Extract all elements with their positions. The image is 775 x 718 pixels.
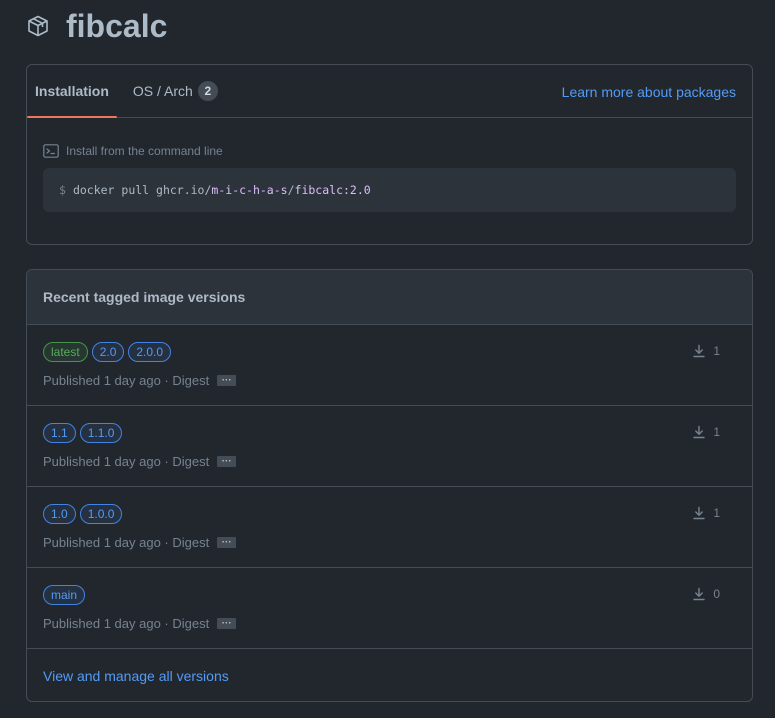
version-tags: 1.0 1.0.0 — [43, 504, 126, 524]
download-count: 1 — [692, 344, 720, 358]
versions-heading: Recent tagged image versions — [27, 270, 752, 325]
tab-os-arch[interactable]: OS / Arch 2 — [125, 65, 226, 117]
digest-expand-button[interactable]: ··· — [217, 375, 237, 386]
view-all-versions-link[interactable]: View and manage all versions — [43, 668, 229, 684]
versions-box: Recent tagged image versions latest 2.0 … — [26, 269, 753, 702]
install-command-label: Install from the command line — [43, 143, 223, 159]
download-count-value: 0 — [713, 587, 720, 601]
digest-expand-button[interactable]: ··· — [217, 456, 237, 467]
version-tags: main — [43, 585, 89, 605]
command-slash: / — [287, 183, 295, 197]
download-count-value: 1 — [713, 506, 720, 520]
command-snippet[interactable]: $ docker pull ghcr.io/ m-i-c-h-a-s / fib… — [43, 168, 736, 212]
version-row: 1.1 1.1.0 Published 1 day ago · Digest ·… — [27, 406, 752, 487]
published-text: Published 1 day ago · Digest — [43, 373, 210, 388]
download-icon — [692, 587, 706, 601]
version-tags: 1.1 1.1.0 — [43, 423, 126, 443]
published-info: Published 1 day ago · Digest ··· — [43, 454, 237, 469]
package-icon — [26, 14, 50, 38]
published-text: Published 1 day ago · Digest — [43, 535, 210, 550]
download-count: 1 — [692, 506, 720, 520]
package-header: fibcalc — [26, 8, 167, 44]
published-info: Published 1 day ago · Digest ··· — [43, 616, 237, 631]
install-tabs: Installation OS / Arch 2 Learn more abou… — [27, 65, 752, 118]
tab-installation-label: Installation — [35, 83, 109, 99]
download-count: 0 — [692, 587, 720, 601]
tab-os-arch-label: OS / Arch — [132, 83, 193, 99]
package-title: fibcalc — [66, 7, 168, 44]
tag-badge[interactable]: 1.1 — [43, 423, 76, 443]
tag-badge[interactable]: latest — [43, 342, 88, 362]
download-count-value: 1 — [713, 344, 720, 358]
versions-footer: View and manage all versions — [27, 649, 752, 701]
published-text: Published 1 day ago · Digest — [43, 616, 210, 631]
command-owner: m-i-c-h-a-s — [211, 183, 288, 197]
download-icon — [692, 506, 706, 520]
download-count-value: 1 — [713, 425, 720, 439]
tag-badge[interactable]: 2.0.0 — [128, 342, 172, 362]
version-tags: latest 2.0 2.0.0 — [43, 342, 175, 362]
version-row: 1.0 1.0.0 Published 1 day ago · Digest ·… — [27, 487, 752, 568]
tag-badge[interactable]: 2.0 — [91, 342, 125, 362]
tab-installation[interactable]: Installation — [27, 65, 117, 118]
digest-expand-button[interactable]: ··· — [217, 618, 237, 629]
version-row: latest 2.0 2.0.0 Published 1 day ago · D… — [27, 325, 752, 406]
install-command-label-text: Install from the command line — [66, 144, 223, 158]
published-text: Published 1 day ago · Digest — [43, 454, 210, 469]
download-icon — [692, 344, 706, 358]
version-row: main Published 1 day ago · Digest ··· 0 — [27, 568, 752, 649]
tag-badge[interactable]: main — [43, 585, 86, 605]
published-info: Published 1 day ago · Digest ··· — [43, 373, 237, 388]
tag-badge[interactable]: 1.1.0 — [79, 423, 123, 443]
install-box: Installation OS / Arch 2 Learn more abou… — [26, 64, 753, 245]
learn-more-link[interactable]: Learn more about packages — [562, 65, 736, 118]
digest-expand-button[interactable]: ··· — [217, 537, 237, 548]
command-image: fibcalc:2.0 — [294, 183, 371, 197]
tag-badge[interactable]: 1.0.0 — [79, 504, 123, 524]
terminal-icon — [43, 143, 59, 159]
os-arch-count-badge: 2 — [197, 81, 218, 101]
download-count: 1 — [692, 425, 720, 439]
command-prompt: $ — [59, 183, 66, 197]
tag-badge[interactable]: 1.0 — [43, 504, 76, 524]
command-prefix: docker pull ghcr.io/ — [72, 183, 212, 197]
published-info: Published 1 day ago · Digest ··· — [43, 535, 237, 550]
download-icon — [692, 425, 706, 439]
